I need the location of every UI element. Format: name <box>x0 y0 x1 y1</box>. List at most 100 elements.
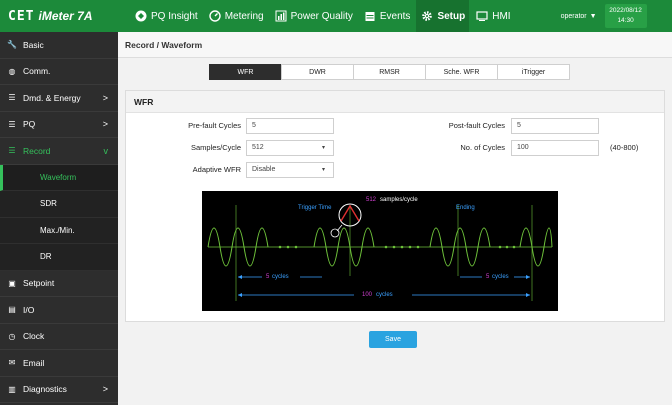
sidebar-item-basic[interactable]: 🔧 Basic <box>0 32 118 59</box>
adaptive-label: Adaptive WFR <box>192 165 241 174</box>
select-value: 512 <box>252 144 264 151</box>
nav-label: Metering <box>224 10 264 22</box>
sidebar-item-label: Clock <box>23 331 45 342</box>
sidebar-item-label: Email <box>23 357 45 368</box>
bar-chart-icon <box>274 9 288 23</box>
top-bar: CET iMeter 7A PQ Insight Metering Power … <box>0 0 672 32</box>
list-icon: ☰ <box>8 146 16 156</box>
sidebar-item-io[interactable]: ▤ I/O <box>0 297 118 324</box>
sidebar-item-label: I/O <box>23 304 35 315</box>
time-text: 14:30 <box>617 17 634 24</box>
product-name: iMeter 7A <box>38 9 93 23</box>
waveform-diagram: Trigger Time 512 samples/cycle Ending 5 … <box>202 191 558 311</box>
post-cycles-text: cycles <box>492 274 509 280</box>
datetime-display: 2022/08/12 14:30 <box>604 4 647 28</box>
sidebar-item-dmd-energy[interactable]: ☰ Dmd. & Energy > <box>0 85 118 112</box>
adaptive-wfr-select[interactable]: Disable ▾ <box>246 162 334 178</box>
total-cycles-number: 100 <box>362 292 373 298</box>
nav-label: Setup <box>437 10 466 22</box>
brand-mark: CET <box>8 8 35 24</box>
user-menu[interactable]: operator ▼ <box>561 13 597 20</box>
date-text: 2022/08/12 <box>609 7 642 14</box>
list-icon: ☰ <box>8 119 16 129</box>
sidebar-item-pq[interactable]: ☰ PQ > <box>0 112 118 138</box>
sidebar-item-label: Diagnostics <box>23 384 67 395</box>
prefault-label: Pre-fault Cycles <box>188 121 241 130</box>
nav-label: HMI <box>492 10 511 22</box>
samples-per-cycle-select[interactable]: 512 ▾ <box>246 140 334 156</box>
postfault-cycles-input[interactable]: 5 <box>511 118 599 134</box>
dropdown-arrow-icon: ▾ <box>321 167 325 173</box>
sidebar-item-setpoint[interactable]: ▣ Setpoint <box>0 271 118 297</box>
post-cycles-number: 5 <box>486 274 490 280</box>
chevron-right-icon: > <box>102 119 108 130</box>
chevron-right-icon: > <box>102 92 108 103</box>
insight-icon <box>134 9 148 23</box>
calendar-icon <box>363 9 377 23</box>
globe-icon: ◍ <box>8 66 16 76</box>
cycles-label: No. of Cycles <box>460 143 505 152</box>
select-value: Disable <box>252 166 276 173</box>
record-tabs: WFR DWR RMSR Sche. WFR iTrigger <box>209 64 570 80</box>
sidebar-item-record[interactable]: ☰ Record v <box>0 138 118 165</box>
gauge-icon <box>208 9 222 23</box>
tab-wfr[interactable]: WFR <box>209 64 282 80</box>
samples-text: samples/cycle <box>380 197 418 203</box>
number-of-cycles-input[interactable]: 100 <box>511 140 599 156</box>
sidebar-item-comm[interactable]: ◍ Comm. <box>0 59 118 85</box>
sidebar-subitem-sdr[interactable]: SDR <box>0 191 118 218</box>
pre-cycles-text: cycles <box>272 274 289 280</box>
trigger-time-label: Trigger Time <box>298 205 332 211</box>
breadcrumb: Record / Waveform <box>118 32 672 58</box>
caret-down-icon: ▼ <box>589 12 597 20</box>
sidebar-item-label: Setpoint <box>23 278 55 289</box>
tab-dwr[interactable]: DWR <box>281 64 354 80</box>
sidebar-item-label: Comm. <box>23 66 51 77</box>
samples-number: 512 <box>366 197 377 203</box>
sidebar: 🔧 Basic ◍ Comm. ☰ Dmd. & Energy > ☰ PQ >… <box>0 32 118 405</box>
nav-setup[interactable]: Setup <box>416 0 470 32</box>
sidebar-item-label: PQ <box>23 119 36 130</box>
save-button[interactable]: Save <box>369 331 417 348</box>
nav-metering[interactable]: Metering <box>204 0 268 32</box>
sidebar-subitem-waveform[interactable]: Waveform <box>0 164 118 191</box>
main-nav: PQ Insight Metering Power Quality Events… <box>130 0 517 32</box>
samples-label: Samples/Cycle <box>190 143 241 152</box>
ending-label: Ending <box>456 205 475 211</box>
sidebar-item-label: Basic <box>23 39 44 50</box>
list-icon: ☰ <box>8 93 16 103</box>
prefault-cycles-input[interactable]: 5 <box>246 118 334 134</box>
nav-label: Power Quality <box>290 10 353 22</box>
user-name: operator <box>560 12 587 20</box>
nav-events[interactable]: Events <box>359 0 415 32</box>
nav-power-quality[interactable]: Power Quality <box>270 0 357 32</box>
sidebar-subitem-maxmin[interactable]: Max./Min. <box>0 217 118 244</box>
tab-sche-wfr[interactable]: Sche. WFR <box>425 64 498 80</box>
sidebar-subitem-dr[interactable]: DR <box>0 244 118 271</box>
cycles-range-hint: (40-800) <box>610 143 639 152</box>
panel-title: WFR <box>126 91 664 113</box>
monitor-icon <box>475 9 489 23</box>
clock-icon: ◷ <box>8 331 16 341</box>
main-content: Record / Waveform WFR DWR RMSR Sche. WFR… <box>118 32 672 405</box>
diagnostics-icon: ▥ <box>8 384 16 394</box>
chevron-right-icon: > <box>102 384 108 395</box>
sidebar-item-diagnostics[interactable]: ▥ Diagnostics > <box>0 377 118 403</box>
brand-logo: CET iMeter 7A <box>0 0 118 32</box>
total-cycles-text: cycles <box>376 292 393 298</box>
chevron-down-icon: v <box>103 145 109 156</box>
mail-icon: ✉ <box>8 358 16 368</box>
sidebar-item-email[interactable]: ✉ Email <box>0 350 118 377</box>
io-icon: ▤ <box>8 305 16 315</box>
nav-hmi[interactable]: HMI <box>471 0 514 32</box>
postfault-label: Post-fault Cycles <box>448 121 505 130</box>
pre-cycles-number: 5 <box>266 274 270 280</box>
tab-itrigger[interactable]: iTrigger <box>497 64 570 80</box>
tab-rmsr[interactable]: RMSR <box>353 64 426 80</box>
wrench-icon: 🔧 <box>7 40 17 50</box>
wfr-panel: WFR Pre-fault Cycles 5 Post-fault Cycles… <box>125 90 665 322</box>
nav-label: PQ Insight <box>151 10 198 22</box>
sidebar-item-label: Record <box>23 145 51 156</box>
sidebar-item-clock[interactable]: ◷ Clock <box>0 324 118 350</box>
nav-pq-insight[interactable]: PQ Insight <box>130 0 202 32</box>
